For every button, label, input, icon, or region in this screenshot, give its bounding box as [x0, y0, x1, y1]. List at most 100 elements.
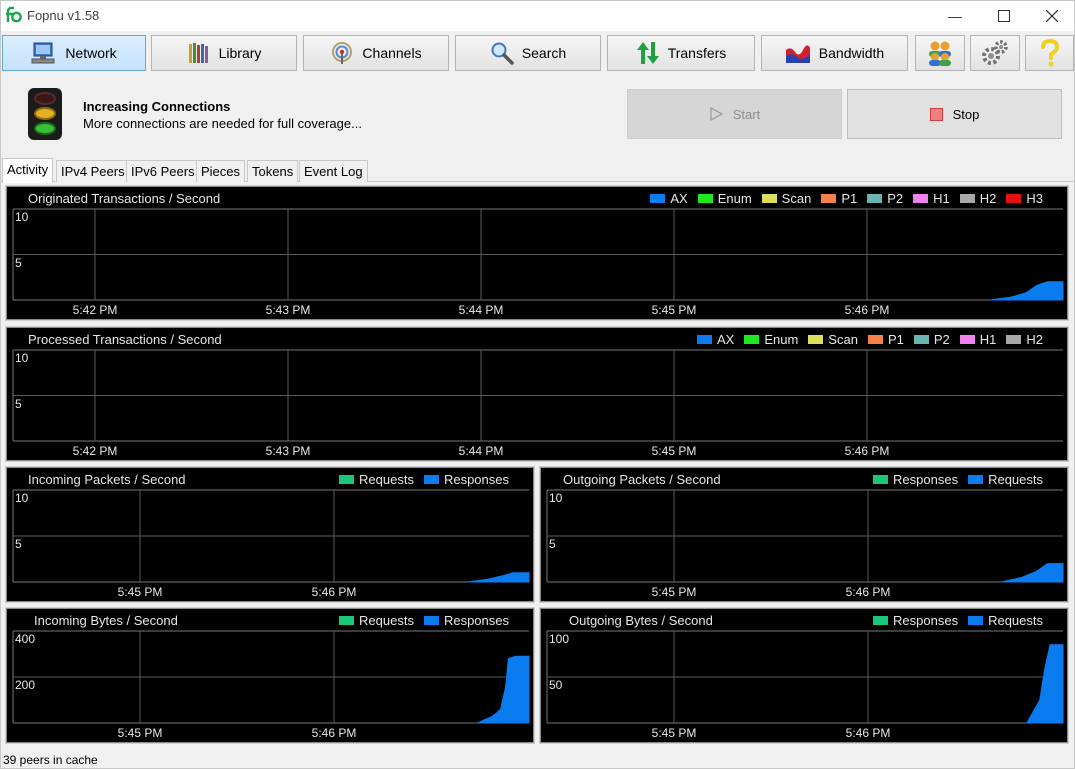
legend-item-p1: P1: [821, 191, 857, 206]
x-tick-label: 5:42 PM: [72, 303, 118, 317]
chart-title: Originated Transactions / Second: [28, 191, 221, 206]
x-tick-label: 5:42 PM: [72, 444, 118, 458]
y-tick-label: 10: [15, 491, 29, 505]
incoming-bytes-chart: 400 200 5:45 PM 5:46 PM Incoming Bytes / Sec…: [5, 607, 535, 744]
x-tick-label: 5:43 PM: [265, 303, 311, 317]
status-message: More connections are needed for full cov…: [83, 116, 362, 131]
maximize-button[interactable]: [981, 1, 1027, 31]
x-tick-label: 5:45 PM: [651, 444, 697, 458]
stop-button[interactable]: Stop: [847, 89, 1062, 139]
tab-pieces[interactable]: Pieces: [196, 160, 246, 182]
legend-item-requests: Requests: [339, 613, 414, 628]
tab-tokens[interactable]: Tokens: [247, 160, 299, 182]
minimize-button[interactable]: —: [932, 1, 978, 31]
chart-canvas: [546, 489, 1064, 583]
channels-button[interactable]: Channels: [303, 35, 449, 71]
tab-event-log[interactable]: Event Log: [299, 160, 368, 182]
channels-button-label: Channels: [362, 45, 422, 61]
legend-item-ax: AX: [696, 332, 734, 347]
app-window: Fopnu v1.58 — Network Library Channels S…: [0, 0, 1075, 769]
x-tick-label: 5:46 PM: [311, 726, 357, 740]
legend-item-enum: Enum: [744, 332, 798, 347]
legend-swatch: [808, 335, 824, 344]
series-area-responses: [467, 572, 530, 583]
tab-ipv6-peers[interactable]: IPv6 Peers: [126, 160, 200, 182]
maximize-icon: [998, 10, 1010, 22]
fopnu-logo-icon: [6, 6, 22, 23]
legend-label: Responses: [443, 472, 509, 487]
chart-title: Processed Transactions / Second: [28, 332, 222, 347]
legend-label: H2: [1026, 332, 1043, 347]
traffic-light-icon: [28, 88, 62, 140]
legend-label: Requests: [988, 613, 1043, 628]
bandwidth-button[interactable]: Bandwidth: [761, 35, 908, 71]
legend-swatch: [873, 475, 889, 484]
stop-icon: [929, 107, 943, 121]
chart-legend: Responses Requests: [873, 613, 1043, 628]
help-button[interactable]: [1025, 35, 1074, 71]
legend-label: Scan: [828, 332, 858, 347]
legend-label: Scan: [781, 191, 812, 206]
search-button-label: Search: [521, 45, 567, 61]
library-button[interactable]: Library: [151, 35, 297, 71]
red-lamp: [34, 92, 56, 105]
library-books-icon: [188, 43, 208, 63]
legend-swatch: [650, 194, 666, 203]
y-tick-label: 100: [549, 632, 570, 646]
bandwidth-button-label: Bandwidth: [818, 45, 885, 61]
y-tick-label: 200: [15, 678, 36, 692]
legend-swatch: [959, 335, 975, 344]
series-area-requests: [1000, 563, 1064, 583]
outgoing-bytes-chart: 100 50 5:45 PM 5:46 PM Outgoing Bytes / Seco…: [539, 607, 1069, 744]
legend-swatch: [697, 194, 713, 203]
legend-swatch: [968, 475, 984, 484]
x-tick-label: 5:45 PM: [651, 726, 697, 740]
chart-legend: Responses Requests: [873, 472, 1043, 487]
legend-label: Responses: [443, 613, 509, 628]
x-tick-label: 5:43 PM: [265, 444, 311, 458]
chart-legend: Requests Responses: [339, 613, 509, 628]
y-tick-label: 5: [15, 537, 22, 551]
transfers-arrows-icon: [636, 42, 659, 64]
stop-button-label: Stop: [952, 106, 980, 122]
chart-canvas: [12, 349, 1063, 442]
minimize-icon: —: [948, 8, 962, 24]
network-computer-icon: [31, 42, 55, 64]
legend-swatch: [744, 335, 760, 344]
legend-item-requests: Requests: [339, 472, 414, 487]
legend-swatch: [959, 194, 975, 203]
tab-activity[interactable]: Activity: [2, 158, 54, 183]
x-tick-label: 5:46 PM: [845, 585, 891, 599]
legend-swatch: [339, 616, 355, 625]
legend-item-responses: Responses: [873, 613, 958, 628]
legend-item-h2: H2: [959, 191, 996, 206]
y-tick-label: 5: [15, 255, 22, 270]
settings-button[interactable]: [970, 35, 1020, 71]
legend-swatch: [696, 335, 712, 344]
legend-item-scan: Scan: [808, 332, 858, 347]
chart-title: Incoming Packets / Second: [28, 472, 186, 487]
start-button[interactable]: Start: [627, 89, 842, 139]
search-button[interactable]: Search: [455, 35, 601, 71]
tab-ipv4-peers[interactable]: IPv4 Peers: [56, 160, 130, 182]
y-tick-label: 5: [15, 396, 22, 411]
legend-label: P1: [841, 191, 858, 206]
x-tick-label: 5:46 PM: [844, 444, 890, 458]
legend-swatch: [423, 616, 439, 625]
legend-item-p1: P1: [867, 332, 904, 347]
close-icon: [1046, 10, 1058, 22]
x-tick-label: 5:45 PM: [651, 303, 697, 317]
close-button[interactable]: [1029, 1, 1075, 31]
legend-label: P2: [933, 332, 950, 347]
x-tick-label: 5:44 PM: [458, 303, 504, 317]
transfers-button[interactable]: Transfers: [607, 35, 755, 71]
legend-item-p2: P2: [867, 191, 903, 206]
legend-swatch: [339, 475, 355, 484]
legend-swatch: [1006, 335, 1022, 344]
network-button-label: Network: [65, 45, 117, 61]
network-button[interactable]: Network: [2, 35, 146, 71]
users-button[interactable]: [915, 35, 965, 71]
yellow-lamp: [34, 107, 56, 120]
legend-item-requests: Requests: [968, 613, 1043, 628]
green-lamp: [34, 122, 56, 135]
